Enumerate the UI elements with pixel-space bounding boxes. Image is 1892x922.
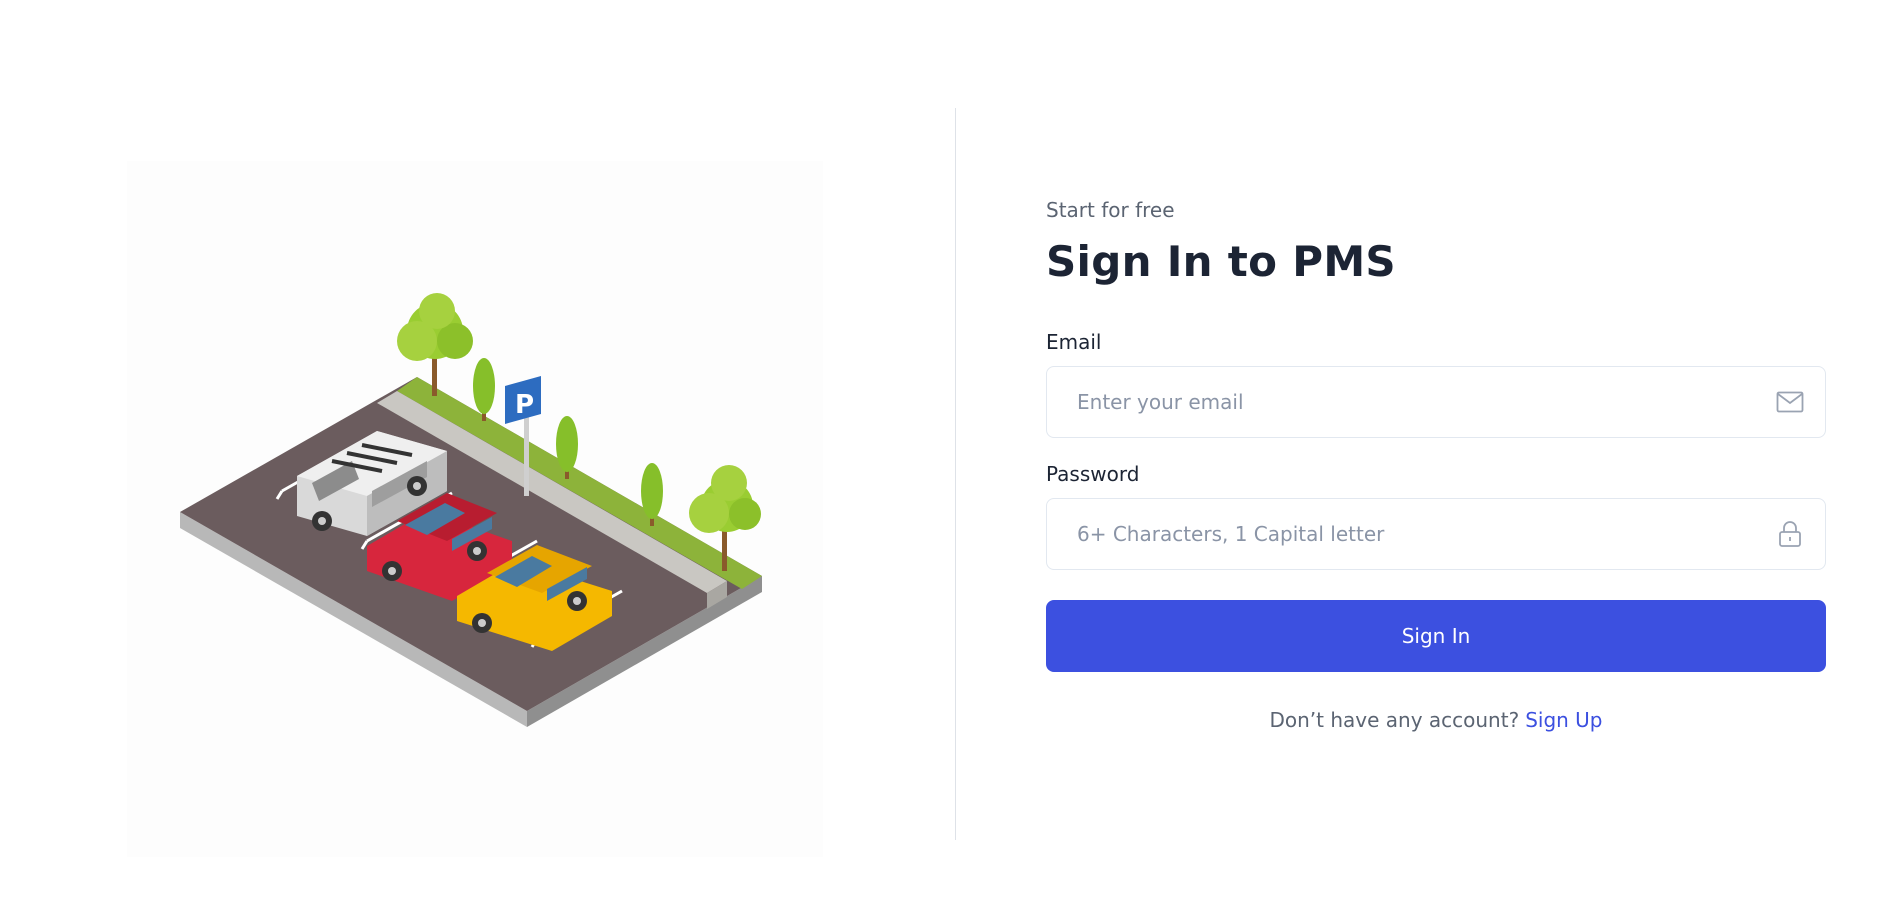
email-field[interactable] bbox=[1047, 367, 1825, 437]
kicker-text: Start for free bbox=[1046, 198, 1175, 222]
sign-in-page: P Start for free Sign In to PMS Email En… bbox=[0, 0, 1892, 922]
mail-icon bbox=[1775, 387, 1805, 417]
password-field[interactable] bbox=[1047, 499, 1825, 569]
email-label: Email bbox=[1046, 330, 1102, 354]
parking-lot-illustration: P bbox=[127, 161, 823, 857]
sign-in-button[interactable]: Sign In bbox=[1046, 600, 1826, 672]
signup-prompt-row: Don’t have any account? Sign Up bbox=[1046, 706, 1826, 734]
lock-icon bbox=[1775, 519, 1805, 549]
sign-up-link[interactable]: Sign Up bbox=[1525, 708, 1602, 732]
email-field-wrapper bbox=[1046, 366, 1826, 438]
sign-in-form: Start for free Sign In to PMS Email Pass… bbox=[1046, 196, 1826, 734]
password-label: Password bbox=[1046, 462, 1140, 486]
parking-sign-letter: P bbox=[515, 390, 534, 420]
signup-prompt-text: Don’t have any account? bbox=[1269, 708, 1520, 732]
password-field-wrapper bbox=[1046, 498, 1826, 570]
vertical-divider bbox=[955, 108, 956, 840]
page-title: Sign In to PMS bbox=[1046, 237, 1396, 286]
